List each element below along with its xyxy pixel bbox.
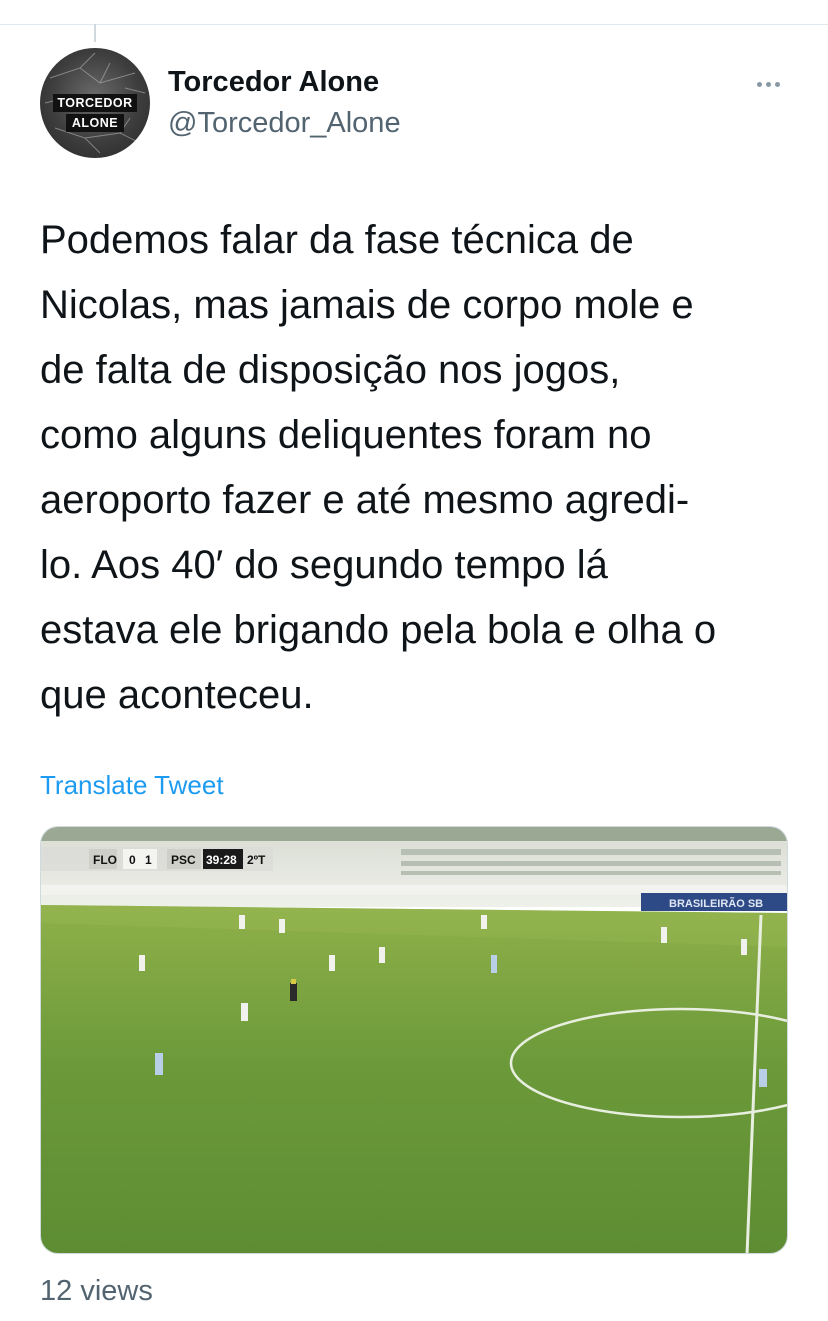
view-count: 12 views	[40, 1275, 153, 1307]
ad-board-text: BRASILEIRÃO SB	[669, 897, 763, 910]
tweet-line: Nicolas, mas jamais de corpo mole e	[40, 283, 694, 327]
tweet-text: Podemos falar da fase técnica de Nicolas…	[40, 208, 810, 728]
avatar[interactable]: TORCEDOR ALONE	[40, 48, 150, 158]
avatar-logo: TORCEDOR ALONE	[40, 94, 150, 132]
author-handle[interactable]: @Torcedor_Alone	[168, 107, 401, 140]
thread-line	[94, 24, 96, 42]
tweet-line: que aconteceu.	[40, 673, 314, 717]
video-frame: BRASILEIRÃO SB FLO 0 1 PSC 39:28 2ºT	[41, 827, 787, 1253]
tweet-line: lo. Aos 40′ do segundo tempo lá	[40, 543, 608, 587]
author-name[interactable]: Torcedor Alone	[168, 66, 379, 99]
away-score: 1	[145, 853, 152, 867]
scoreboard: FLO 0 1 PSC 39:28 2ºT	[41, 847, 273, 871]
ellipsis-icon[interactable]	[748, 72, 788, 96]
tweet-line: estava ele brigando pela bola e olha o	[40, 608, 717, 652]
video-media[interactable]: BRASILEIRÃO SB FLO 0 1 PSC 39:28 2ºT	[40, 826, 788, 1254]
match-period: 2ºT	[247, 853, 266, 867]
away-team: PSC	[171, 853, 196, 867]
tweet-line: de falta de disposição nos jogos,	[40, 348, 621, 392]
tweet-line: Podemos falar da fase técnica de	[40, 218, 634, 262]
match-clock: 39:28	[206, 853, 237, 867]
home-team: FLO	[93, 853, 117, 867]
tweet-line: como alguns deliquentes foram no	[40, 413, 652, 457]
separator	[0, 24, 828, 25]
home-score: 0	[129, 853, 136, 867]
translate-tweet-link[interactable]: Translate Tweet	[40, 770, 224, 801]
tweet-line: aeroporto fazer e até mesmo agredi-	[40, 478, 690, 522]
pitch	[41, 905, 787, 1253]
